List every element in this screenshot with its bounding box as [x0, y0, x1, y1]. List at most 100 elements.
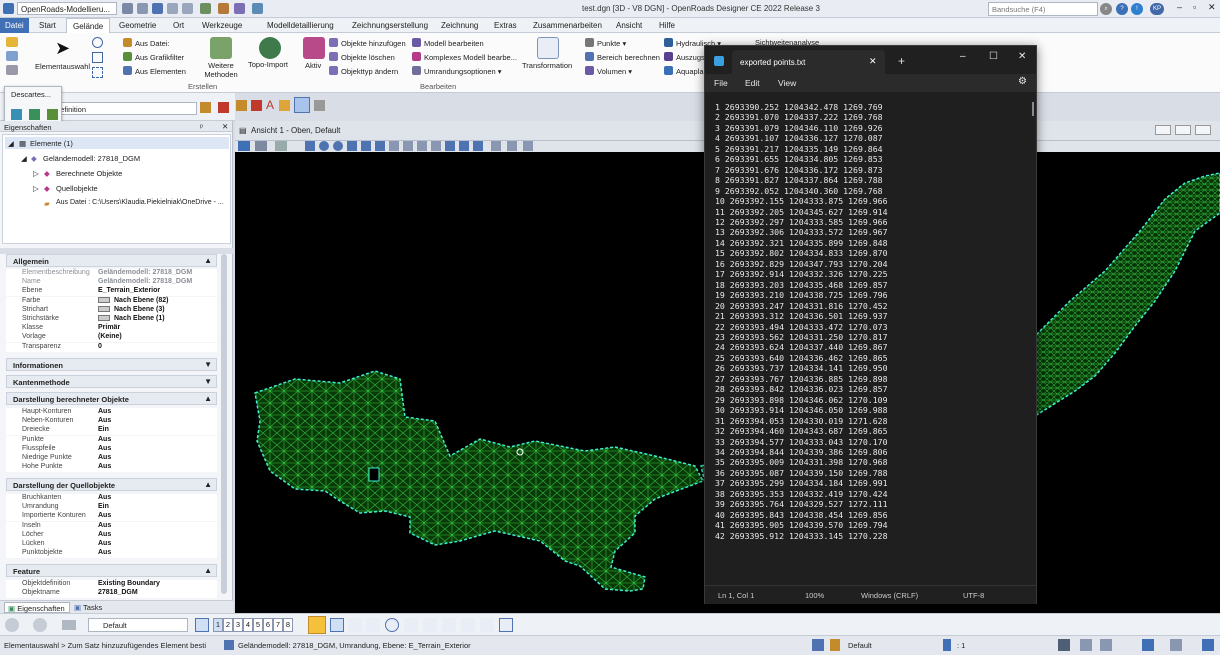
- tool-icon[interactable]: [1100, 639, 1112, 651]
- maximize-icon[interactable]: ☐: [989, 51, 998, 62]
- view-attributes-icon[interactable]: [238, 141, 250, 151]
- display-style-icon[interactable]: [255, 141, 267, 151]
- quick-tool-icon[interactable]: [218, 3, 229, 14]
- notepad-tab[interactable]: exported points.txt ✕: [732, 50, 885, 74]
- snap-tool-icon[interactable]: [461, 618, 475, 632]
- tool-icon[interactable]: [1170, 639, 1182, 651]
- add-features-button[interactable]: Objekte hinzufügen: [329, 38, 406, 48]
- accudraw-icon[interactable]: [330, 618, 344, 632]
- expand-icon[interactable]: ▷: [33, 184, 39, 193]
- transformation-button[interactable]: Transformation: [522, 61, 572, 70]
- from-file-button[interactable]: Aus Datei:: [123, 38, 170, 48]
- property-row[interactable]: Klasse Primär: [6, 324, 217, 334]
- settings-gear-icon[interactable]: ⚙: [1018, 76, 1027, 87]
- tool-icon[interactable]: [251, 100, 262, 111]
- menu-view[interactable]: View: [778, 78, 796, 88]
- search-icon[interactable]: ⌕: [1100, 3, 1112, 15]
- notepad-text-area[interactable]: 1 2693390.252 1204342.478 1269.769 2 2693…: [705, 95, 1036, 585]
- aquaplaning-button[interactable]: Aquapla...: [664, 66, 710, 76]
- tab-eigenschaften[interactable]: ▣ Eigenschaften: [4, 602, 70, 613]
- window-area-icon[interactable]: [347, 141, 357, 151]
- element-selection-icon[interactable]: ➤: [55, 38, 70, 59]
- workspace-select[interactable]: OpenRoads-Modellieru...: [17, 2, 117, 15]
- tool-icon[interactable]: [1142, 639, 1154, 651]
- lock-icon[interactable]: [830, 639, 840, 651]
- property-row[interactable]: Umrandung Ein: [6, 503, 217, 513]
- property-row[interactable]: Punkte Aus: [6, 435, 217, 445]
- collapse-icon[interactable]: ◢: [8, 139, 14, 148]
- terrain-mesh-west[interactable]: [254, 370, 705, 592]
- edit-complex-model-button[interactable]: Komplexes Modell bearbe...: [412, 52, 517, 62]
- tab-modelldetaillierung[interactable]: Modelldetaillierung: [263, 20, 338, 31]
- snap-tool-icon[interactable]: [480, 618, 494, 632]
- from-elements-button[interactable]: Aus Elementen: [123, 66, 186, 76]
- pencil-icon[interactable]: [279, 100, 290, 111]
- edit-model-button[interactable]: Modell bearbeiten: [412, 38, 484, 48]
- close-icon[interactable]: ✕: [1208, 2, 1216, 13]
- maximize-icon[interactable]: ▫: [1193, 2, 1196, 12]
- view-button-7[interactable]: 7: [273, 618, 283, 632]
- volume-button[interactable]: Volumen ▾: [585, 66, 632, 76]
- compute-area-button[interactable]: Bereich berechnen: [585, 52, 660, 62]
- save-status-icon[interactable]: [1058, 639, 1070, 651]
- property-row[interactable]: Hohe Punkte Aus: [6, 463, 217, 473]
- zoom-in-icon[interactable]: [319, 141, 329, 151]
- tree-terrain-model[interactable]: Geländemodell: 27818_DGM: [43, 154, 140, 163]
- search-input[interactable]: Bandsuche (F4): [988, 2, 1098, 16]
- property-row[interactable]: Niedrige Punkte Aus: [6, 454, 217, 463]
- tool-icon[interactable]: [1202, 639, 1214, 651]
- print-icon[interactable]: [200, 3, 211, 14]
- tab-ansicht[interactable]: Ansicht: [612, 20, 646, 31]
- user-avatar[interactable]: KP: [1150, 3, 1164, 15]
- descartes-tool-icon[interactable]: [29, 109, 40, 120]
- minimize-icon[interactable]: –: [1177, 2, 1182, 12]
- pointer-tool-icon[interactable]: [6, 37, 18, 47]
- property-row[interactable]: Neben-Konturen Aus: [6, 417, 217, 427]
- key-icon[interactable]: [1080, 639, 1092, 651]
- delete-features-button[interactable]: Objekte löschen: [329, 52, 395, 62]
- snap-tool-icon[interactable]: [442, 618, 456, 632]
- tab-tasks[interactable]: ▣ Tasks: [74, 603, 102, 612]
- snap-tool-icon[interactable]: [423, 618, 437, 632]
- close-icon[interactable]: ✕: [222, 122, 228, 131]
- expand-icon[interactable]: ▷: [33, 169, 39, 178]
- property-row[interactable]: Objektdefinition Existing Boundary: [6, 580, 217, 589]
- property-row[interactable]: Flusspfeile Aus: [6, 444, 217, 454]
- snap-tool-icon[interactable]: [366, 618, 380, 632]
- select-mode-icon[interactable]: [6, 65, 18, 75]
- snap-tool-icon[interactable]: [348, 618, 362, 632]
- zoom-out-icon[interactable]: [333, 141, 343, 151]
- snap-tool-icon[interactable]: [499, 618, 513, 632]
- text-tool-icon[interactable]: A: [266, 98, 274, 112]
- notification-icon[interactable]: !: [1131, 3, 1143, 15]
- tool-icon[interactable]: [218, 102, 229, 113]
- tab-start[interactable]: Start: [35, 20, 60, 31]
- block-select-icon[interactable]: [92, 52, 103, 63]
- tab-datei[interactable]: Datei: [0, 18, 29, 33]
- tool-icon[interactable]: [459, 141, 469, 151]
- property-row[interactable]: Name Geländemodell: 27818_DGM: [6, 278, 217, 288]
- property-row[interactable]: Vorlage (Keine): [6, 333, 217, 343]
- property-row[interactable]: Objektname 27818_DGM: [6, 589, 217, 599]
- property-row[interactable]: Haupt-Konturen Aus: [6, 408, 217, 417]
- more-methods-button[interactable]: Weitere Methoden: [200, 61, 242, 79]
- next-view-icon[interactable]: [431, 141, 441, 151]
- redo-icon[interactable]: [182, 3, 193, 14]
- minimize-icon[interactable]: –: [960, 51, 966, 62]
- property-row[interactable]: Bruchkanten Aus: [6, 494, 217, 503]
- boundary-options-button[interactable]: Umrandungsoptionen ▾: [412, 66, 502, 76]
- view-restore-button[interactable]: [1175, 125, 1191, 135]
- topo-import-button[interactable]: Topo-Import: [248, 60, 288, 69]
- update-view-icon[interactable]: [305, 141, 315, 151]
- section-calculated-display[interactable]: Darstellung berechneter Objekte ▲: [6, 392, 217, 405]
- from-graphic-filter-button[interactable]: Aus Grafikfilter: [123, 52, 184, 62]
- section-kantenmethode[interactable]: Kantenmethode ▼: [6, 375, 217, 388]
- points-button[interactable]: Punkte ▾: [585, 38, 626, 48]
- view-button-1[interactable]: 1: [213, 618, 223, 632]
- active-level[interactable]: Default: [848, 641, 872, 650]
- tree-calculated-features[interactable]: Berechnete Objekte: [56, 169, 122, 178]
- descartes-tool-icon[interactable]: [47, 109, 58, 120]
- tab-extras[interactable]: Extras: [490, 20, 521, 31]
- undo-icon[interactable]: [167, 3, 178, 14]
- menu-file[interactable]: File: [714, 78, 728, 88]
